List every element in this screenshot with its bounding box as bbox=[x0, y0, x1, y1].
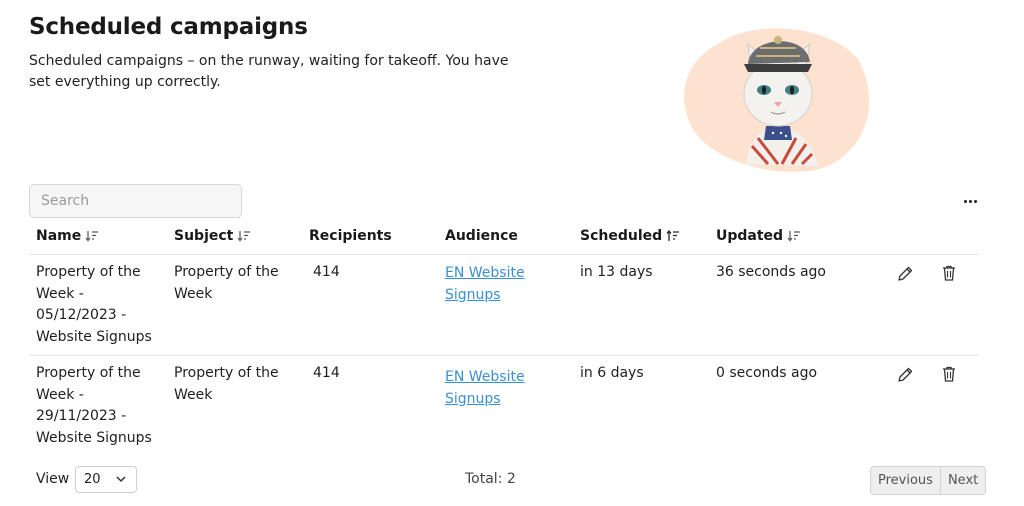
page-size-value: 20 bbox=[84, 472, 101, 487]
column-header-subject[interactable]: Subject bbox=[174, 228, 251, 244]
column-header-label: Scheduled bbox=[580, 228, 663, 244]
column-header-updated[interactable]: Updated bbox=[716, 228, 801, 244]
cell-recipients: 414 bbox=[313, 365, 340, 381]
cell-updated: 0 seconds ago bbox=[716, 365, 818, 381]
column-header-label: Audience bbox=[445, 228, 518, 244]
audience-link[interactable]: EN Website Signups bbox=[445, 263, 540, 306]
edit-pencil-icon[interactable] bbox=[896, 366, 914, 384]
page-title: Scheduled campaigns bbox=[29, 14, 308, 40]
table-divider bbox=[29, 254, 979, 255]
edit-pencil-icon[interactable] bbox=[896, 265, 914, 283]
sort-desc-icon bbox=[787, 231, 801, 242]
page-description: Scheduled campaigns – on the runway, wai… bbox=[29, 53, 509, 90]
table-divider bbox=[29, 355, 979, 356]
cell-recipients: 414 bbox=[313, 264, 340, 280]
column-header-label: Subject bbox=[174, 228, 234, 244]
cell-name: Property of the Week - 29/11/2023 - Webs… bbox=[36, 365, 152, 446]
column-header-label: Name bbox=[36, 228, 82, 244]
chevron-down-icon bbox=[116, 476, 126, 483]
cat-pilot-illustration bbox=[678, 14, 878, 174]
sort-desc-icon bbox=[237, 231, 251, 242]
column-header-audience: Audience bbox=[445, 228, 518, 244]
column-header-label: Updated bbox=[716, 228, 784, 244]
sort-asc-icon bbox=[666, 230, 680, 241]
total-count: Total: 2 bbox=[465, 471, 516, 487]
column-header-scheduled[interactable]: Scheduled bbox=[580, 228, 680, 244]
next-button[interactable]: Next bbox=[939, 467, 985, 494]
sort-desc-icon bbox=[85, 231, 99, 242]
cell-subject: Property of the Week bbox=[174, 264, 279, 302]
cell-scheduled: in 6 days bbox=[580, 365, 644, 381]
page-size-select[interactable]: 20 bbox=[75, 466, 137, 493]
pagination: Previous Next bbox=[870, 466, 987, 495]
cell-name: Property of the Week - 05/12/2023 - Webs… bbox=[36, 264, 152, 345]
cell-updated: 36 seconds ago bbox=[716, 264, 826, 280]
delete-trash-icon[interactable] bbox=[940, 264, 958, 282]
column-header-recipients: Recipients bbox=[309, 228, 392, 244]
column-header-name[interactable]: Name bbox=[36, 228, 99, 244]
cell-subject: Property of the Week bbox=[174, 365, 279, 403]
previous-button[interactable]: Previous bbox=[871, 467, 940, 494]
view-label: View bbox=[36, 471, 70, 487]
column-header-label: Recipients bbox=[309, 228, 392, 244]
cell-scheduled: in 13 days bbox=[580, 264, 653, 280]
audience-link[interactable]: EN Website Signups bbox=[445, 367, 540, 410]
more-options-icon[interactable] bbox=[958, 190, 982, 212]
delete-trash-icon[interactable] bbox=[940, 365, 958, 383]
search-input[interactable] bbox=[29, 184, 242, 218]
